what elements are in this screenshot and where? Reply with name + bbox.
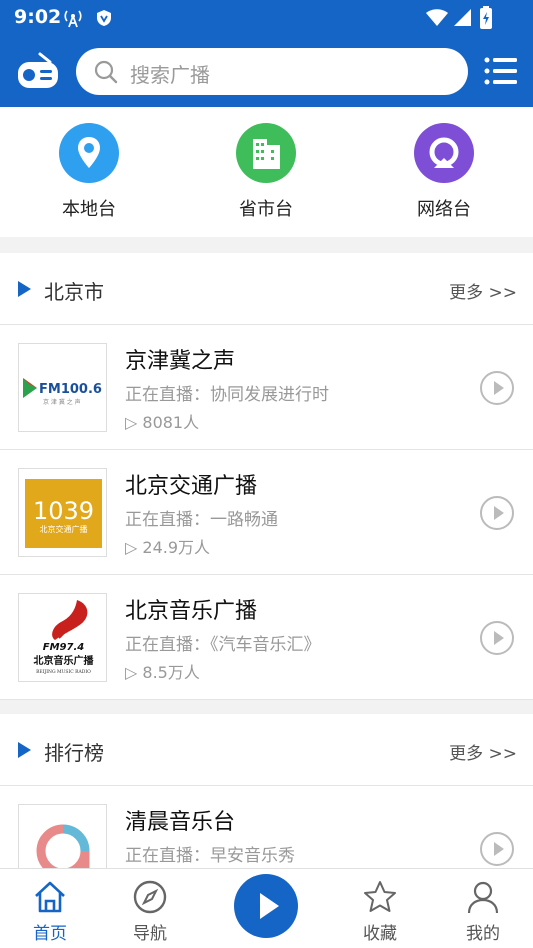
compass-icon xyxy=(133,880,167,914)
section-beijing: 北京市 更多 >> FM100.6 京 津 冀 之 声 京津冀之声 正在直播：协… xyxy=(0,253,533,700)
station-logo-subtext: 京 津 冀 之 声 xyxy=(43,398,81,406)
section-marker-icon xyxy=(18,742,31,758)
station-name: 北京交通广播 xyxy=(125,474,258,499)
broadcast-icon xyxy=(414,123,474,183)
tab-navigation[interactable]: 导航 xyxy=(100,869,200,948)
station-listeners: ▷ 8.5万人 xyxy=(125,663,200,682)
station-logo-text: 1039 xyxy=(33,497,94,525)
station-listeners: ▷ 24.9万人 xyxy=(125,538,211,557)
station-listeners: ▷ 8081人 xyxy=(125,413,200,432)
battery-charging-icon xyxy=(479,6,493,34)
status-bar: 9:02 xyxy=(0,0,533,36)
tab-profile[interactable]: 我的 xyxy=(433,869,533,948)
section-title: 排行榜 xyxy=(44,741,104,765)
now-playing-play-button[interactable] xyxy=(234,874,298,938)
category-label: 网络台 xyxy=(417,199,471,220)
category-network[interactable]: 网络台 xyxy=(384,123,504,233)
station-logo-text: FM100.6 xyxy=(39,382,102,397)
station-live: 正在直播：协同发展进行时 xyxy=(125,385,329,405)
tab-home[interactable]: 首页 xyxy=(0,869,100,948)
play-icon[interactable] xyxy=(480,832,514,866)
section-marker-icon xyxy=(18,281,31,297)
tab-label: 导航 xyxy=(133,924,167,944)
buildings-icon xyxy=(236,123,296,183)
station-logo-text: FM97.4 xyxy=(43,642,84,653)
station-live: 正在直播：《汽车音乐汇》 xyxy=(125,635,321,655)
user-icon xyxy=(467,881,499,914)
station-name: 北京音乐广播 xyxy=(125,599,258,624)
tab-label: 收藏 xyxy=(363,924,397,944)
station-item[interactable]: 清晨音乐台 正在直播：早安音乐秀 xyxy=(0,786,533,868)
station-logo xyxy=(18,804,107,868)
station-name: 清晨音乐台 xyxy=(125,810,236,835)
station-item[interactable]: FM97.4 北京音乐广播 BEIJING MUSIC RADIO 北京音乐广播… xyxy=(0,575,533,700)
play-icon[interactable] xyxy=(480,496,514,530)
status-time: 9:02 xyxy=(14,6,62,28)
play-icon[interactable] xyxy=(480,621,514,655)
station-logo: 1039 北京交通广播 xyxy=(18,468,107,557)
search-input[interactable]: 搜索广播 xyxy=(76,48,468,95)
station-logo: FM100.6 京 津 冀 之 声 xyxy=(18,343,107,432)
location-pin-icon xyxy=(59,123,119,183)
station-logo: FM97.4 北京音乐广播 BEIJING MUSIC RADIO xyxy=(18,593,107,682)
home-icon xyxy=(35,881,65,913)
section-header: 北京市 更多 >> xyxy=(0,253,533,325)
section-header: 排行榜 更多 >> xyxy=(0,714,533,786)
station-logo-subtext: 北京交通广播 xyxy=(40,524,88,534)
search-icon xyxy=(94,60,118,88)
station-item[interactable]: 1039 北京交通广播 北京交通广播 正在直播：一路畅通 ▷ 24.9万人 xyxy=(0,450,533,575)
tab-favorites[interactable]: 收藏 xyxy=(330,869,430,948)
signal-antenna-icon xyxy=(62,8,84,32)
vpn-shield-icon xyxy=(96,9,112,31)
station-live: 正在直播：一路畅通 xyxy=(125,510,278,530)
cell-signal-icon xyxy=(452,8,472,31)
station-logo-subtext: 北京音乐广播 xyxy=(34,654,95,667)
section-title: 北京市 xyxy=(44,280,104,304)
category-row: 本地台 省市台 网络台 xyxy=(0,107,533,237)
tab-label: 我的 xyxy=(466,924,500,944)
more-link[interactable]: 更多 >> xyxy=(449,739,517,764)
section-ranking: 排行榜 更多 >> 清晨音乐台 正在直播：早安音乐秀 xyxy=(0,714,533,868)
station-live: 正在直播：早安音乐秀 xyxy=(125,846,295,866)
menu-list-icon[interactable] xyxy=(484,56,518,86)
search-placeholder: 搜索广播 xyxy=(130,63,210,87)
star-icon xyxy=(364,881,396,912)
station-item[interactable]: FM100.6 京 津 冀 之 声 京津冀之声 正在直播：协同发展进行时 ▷ 8… xyxy=(0,325,533,450)
radio-logo-icon[interactable] xyxy=(16,50,60,94)
category-label: 省市台 xyxy=(239,199,293,220)
category-label: 本地台 xyxy=(62,199,116,220)
tab-label: 首页 xyxy=(33,924,67,944)
more-link[interactable]: 更多 >> xyxy=(449,278,517,303)
play-icon[interactable] xyxy=(480,371,514,405)
station-logo-subtext: BEIJING MUSIC RADIO xyxy=(36,669,91,675)
category-local[interactable]: 本地台 xyxy=(29,123,149,233)
category-province[interactable]: 省市台 xyxy=(206,123,326,233)
wifi-icon xyxy=(425,9,449,31)
station-name: 京津冀之声 xyxy=(125,349,236,374)
app-bar: 搜索广播 xyxy=(0,36,533,107)
